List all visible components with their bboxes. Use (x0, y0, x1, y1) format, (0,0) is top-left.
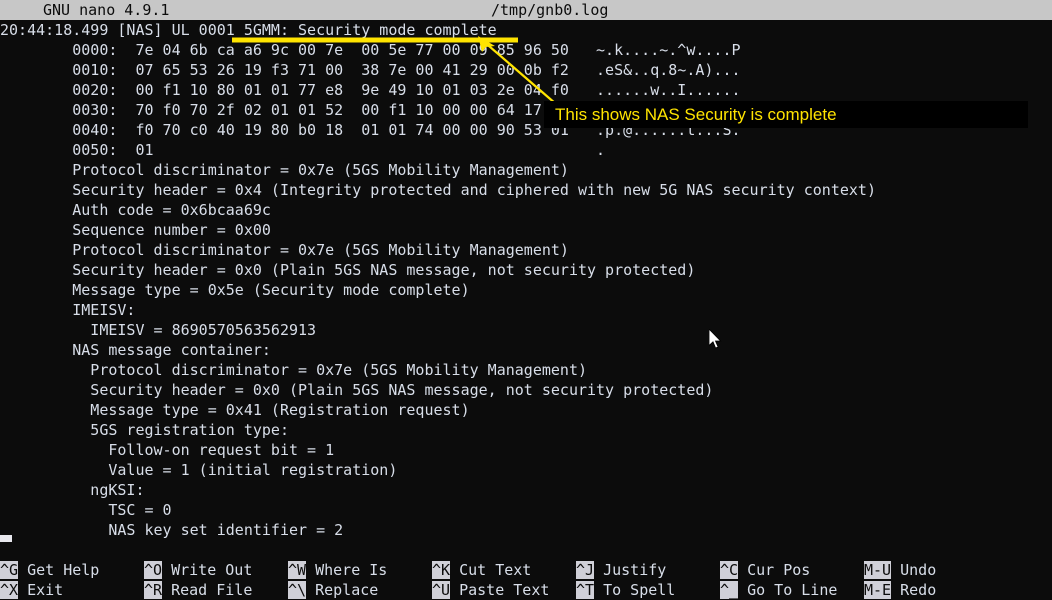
shortcut-item[interactable]: ^J Justify (576, 560, 666, 580)
shortcut-label: Redo (891, 581, 937, 599)
editor-line: 0020: 00 f1 10 80 01 01 77 e8 9e 49 10 0… (0, 81, 741, 99)
editor-line: Message type = 0x5e (Security mode compl… (0, 281, 470, 299)
shortcut-key: ^J (576, 561, 595, 579)
shortcut-row-primary: ^G Get Help ^O Write Out ^W Where Is ^K Cut… (0, 560, 1052, 580)
open-file-path: /tmp/gnb0.log (491, 1, 609, 19)
edge-cursor-marker (0, 535, 12, 542)
editor-line: Security header = 0x4 (Integrity protect… (0, 181, 876, 199)
shortcut-label: Exit (18, 581, 64, 599)
editor-line: ngKSI: (0, 481, 145, 499)
editor-line: 0010: 07 65 53 26 19 f3 71 00 38 7e 00 4… (0, 61, 741, 79)
shortcut-label: Where Is (306, 561, 388, 579)
editor-line: Security header = 0x0 (Plain 5GS NAS mes… (0, 381, 714, 399)
shortcut-label: Write Out (162, 561, 253, 579)
shortcut-label: Replace (306, 581, 379, 599)
editor-line: Value = 1 (initial registration) (0, 461, 398, 479)
annotation-tooltip-text: This shows NAS Security is complete (555, 105, 837, 124)
shortcut-item[interactable]: ^C Cur Pos (720, 560, 810, 580)
shortcut-item[interactable]: ^U Paste Text (432, 580, 549, 600)
shortcut-key: ^\ (288, 581, 307, 599)
shortcut-item[interactable]: ^T To Spell (576, 580, 675, 600)
shortcut-item[interactable]: ^K Cut Text (432, 560, 531, 580)
shortcut-label: Undo (891, 561, 937, 579)
shortcut-row-secondary: ^X Exit ^R Read File ^\ Replace ^U Paste Te… (0, 580, 1052, 600)
nano-version-label: GNU nano 4.9.1 (43, 1, 170, 19)
shortcut-label: Cut Text (450, 561, 532, 579)
shortcut-key: ^C (720, 561, 739, 579)
shortcut-key: ^U (432, 581, 451, 599)
nano-shortcut-bar: ^G Get Help ^O Write Out ^W Where Is ^K Cut… (0, 560, 1052, 600)
mouse-pointer-icon (709, 329, 722, 349)
editor-line: 5GS registration type: (0, 421, 289, 439)
shortcut-label: To Spell (594, 581, 676, 599)
shortcut-label: Get Help (18, 561, 100, 579)
shortcut-key: ^K (432, 561, 451, 579)
editor-line: 20:44:18.499 [NAS] UL 0001 5GMM: Securit… (0, 21, 497, 39)
editor-line: NAS key set identifier = 2 (0, 521, 344, 539)
shortcut-key: M-U (864, 561, 892, 579)
shortcut-key: ^O (144, 561, 163, 579)
shortcut-label: Read File (162, 581, 253, 599)
shortcut-item[interactable]: ^\ Replace (288, 580, 378, 600)
shortcut-key: ^T (576, 581, 595, 599)
editor-line: Protocol discriminator = 0x7e (5GS Mobil… (0, 361, 587, 379)
annotation-tooltip: This shows NAS Security is complete (544, 101, 1028, 128)
shortcut-item[interactable]: ^W Where Is (288, 560, 387, 580)
shortcut-label: Cur Pos (738, 561, 811, 579)
editor-line: 0050: 01 . (0, 141, 606, 159)
shortcut-key: ^R (144, 581, 163, 599)
shortcut-key: ^X (0, 581, 19, 599)
editor-line: Sequence number = 0x00 (0, 221, 271, 239)
terminal-window: GNU nano 4.9.1 /tmp/gnb0.log 20:44:18.49… (0, 0, 1052, 600)
editor-line: IMEISV: (0, 301, 136, 319)
editor-line: NAS message container: (0, 341, 271, 359)
shortcut-item[interactable]: ^O Write Out (144, 560, 252, 580)
shortcut-key: ^_ (720, 581, 739, 599)
shortcut-item[interactable]: M-E Redo (864, 580, 936, 600)
shortcut-item[interactable]: M-U Undo (864, 560, 936, 580)
shortcut-label: Justify (594, 561, 667, 579)
shortcut-key: ^W (288, 561, 307, 579)
editor-line: Follow-on request bit = 1 (0, 441, 335, 459)
shortcut-item[interactable]: ^G Get Help (0, 560, 99, 580)
shortcut-key: ^G (0, 561, 19, 579)
shortcut-item[interactable]: ^_ Go To Line (720, 580, 837, 600)
shortcut-key: M-E (864, 581, 892, 599)
nano-title-bar: GNU nano 4.9.1 /tmp/gnb0.log (0, 0, 1052, 20)
editor-line: Message type = 0x41 (Registration reques… (0, 401, 470, 419)
shortcut-label: Paste Text (450, 581, 550, 599)
editor-line: Protocol discriminator = 0x7e (5GS Mobil… (0, 241, 569, 259)
editor-line: IMEISV = 8690570563562913 (0, 321, 317, 339)
shortcut-item[interactable]: ^R Read File (144, 580, 252, 600)
shortcut-label: Go To Line (738, 581, 838, 599)
editor-line: TSC = 0 (0, 501, 172, 519)
editor-line: 0000: 7e 04 6b ca a6 9c 00 7e 00 5e 77 0… (0, 41, 741, 59)
editor-line: Security header = 0x0 (Plain 5GS NAS mes… (0, 261, 696, 279)
editor-line: Auth code = 0x6bcaa69c (0, 201, 271, 219)
editor-line: Protocol discriminator = 0x7e (5GS Mobil… (0, 161, 569, 179)
shortcut-item[interactable]: ^X Exit (0, 580, 63, 600)
